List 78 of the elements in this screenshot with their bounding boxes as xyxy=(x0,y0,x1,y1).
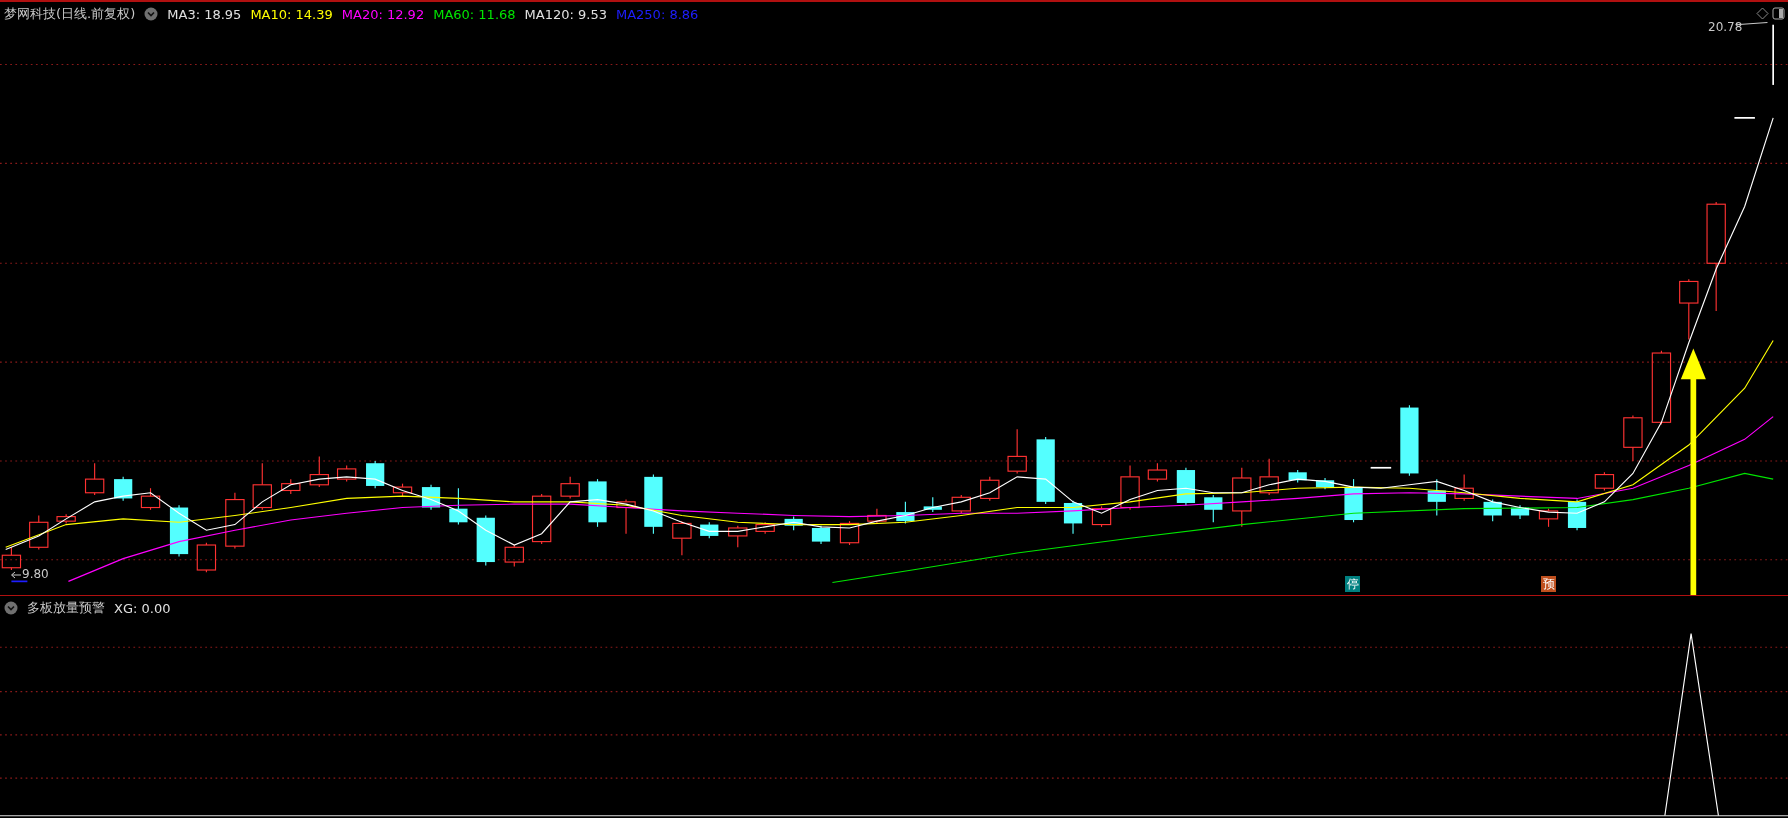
candlestick xyxy=(1510,504,1530,520)
candlestick xyxy=(616,499,636,535)
candlestick xyxy=(896,501,915,524)
candlestick xyxy=(84,462,105,496)
candlestick xyxy=(252,462,272,511)
candlestick xyxy=(225,492,245,549)
candlestick xyxy=(56,513,76,524)
candlestick xyxy=(755,521,775,535)
indicator-value: XG: 0.00 xyxy=(114,600,171,616)
candlestick xyxy=(1036,436,1055,505)
dropdown-icon[interactable] xyxy=(4,601,18,615)
candlestick xyxy=(1259,458,1279,496)
candlestick xyxy=(1679,278,1699,340)
indicator-value: MA3: 18.95 xyxy=(167,6,242,22)
candlestick xyxy=(1454,474,1474,502)
candlestick xyxy=(1176,467,1196,506)
high-price-label: 20.78 xyxy=(1708,20,1743,34)
indicator-value: MA10: 14.39 xyxy=(250,6,333,22)
candlestick xyxy=(1538,508,1559,528)
candlestick xyxy=(421,484,441,511)
candlestick xyxy=(140,487,161,511)
candlestick xyxy=(392,483,413,497)
candlestick xyxy=(672,520,692,556)
candlestick xyxy=(951,494,971,514)
candlestick xyxy=(336,464,357,482)
candlestick xyxy=(1232,467,1252,528)
candlestick xyxy=(1344,478,1363,523)
candlestick xyxy=(1733,117,1756,119)
candlestick xyxy=(560,476,580,499)
dropdown-icon[interactable] xyxy=(144,7,159,21)
candlestick xyxy=(784,516,803,531)
candlestick xyxy=(309,455,329,488)
candlestick xyxy=(1147,462,1168,482)
candlestick xyxy=(1063,500,1083,535)
candlestick xyxy=(1204,494,1223,523)
candlestick xyxy=(504,544,524,568)
signal-badge: 停 xyxy=(1345,576,1360,592)
candlestick xyxy=(1369,466,1393,469)
candlestick xyxy=(531,493,552,545)
indicator-value: MA20: 12.92 xyxy=(341,6,425,22)
arrow-icon xyxy=(10,571,22,579)
candlestick xyxy=(114,476,133,502)
candlestick xyxy=(169,504,189,557)
candlestick xyxy=(281,478,301,495)
candlestick xyxy=(1120,464,1140,511)
candlestick xyxy=(1315,477,1335,490)
indicator-value: MA60: 11.68 xyxy=(433,6,516,22)
candlestick xyxy=(1091,505,1112,528)
candlestick xyxy=(1567,499,1587,531)
indicator-value: MA250: 8.86 xyxy=(615,6,699,22)
candlestick xyxy=(1427,478,1446,517)
stock-title: 梦网科技(日线.前复权) xyxy=(4,5,136,23)
indicator-title: 多板放量预警 xyxy=(27,599,105,617)
average-line xyxy=(10,580,29,583)
candlestick xyxy=(1623,414,1643,462)
candlestick xyxy=(811,525,831,545)
low-price-label: 9.80 xyxy=(22,567,49,581)
candlestick xyxy=(1594,471,1615,492)
candlestick xyxy=(728,525,748,548)
candlestick xyxy=(476,514,495,567)
price-marker-line xyxy=(1772,23,1775,86)
candlestick xyxy=(923,496,942,513)
candlestick xyxy=(700,521,719,539)
candlestick xyxy=(196,542,217,573)
candlestick xyxy=(366,460,385,489)
panel-toggle-icon[interactable] xyxy=(1772,7,1785,20)
candlestick xyxy=(1288,469,1307,484)
candlestick xyxy=(867,508,887,524)
candlestick xyxy=(449,487,468,526)
candlestick xyxy=(29,514,49,551)
candlestick xyxy=(1483,499,1502,522)
candlestick xyxy=(980,476,1000,502)
candlestick xyxy=(644,474,663,535)
candlestick xyxy=(839,520,860,546)
candlestick xyxy=(1007,428,1027,474)
candlestick xyxy=(1,546,22,571)
indicator-value: MA120: 9.53 xyxy=(524,6,607,22)
signal-badge: 预 xyxy=(1541,576,1556,592)
